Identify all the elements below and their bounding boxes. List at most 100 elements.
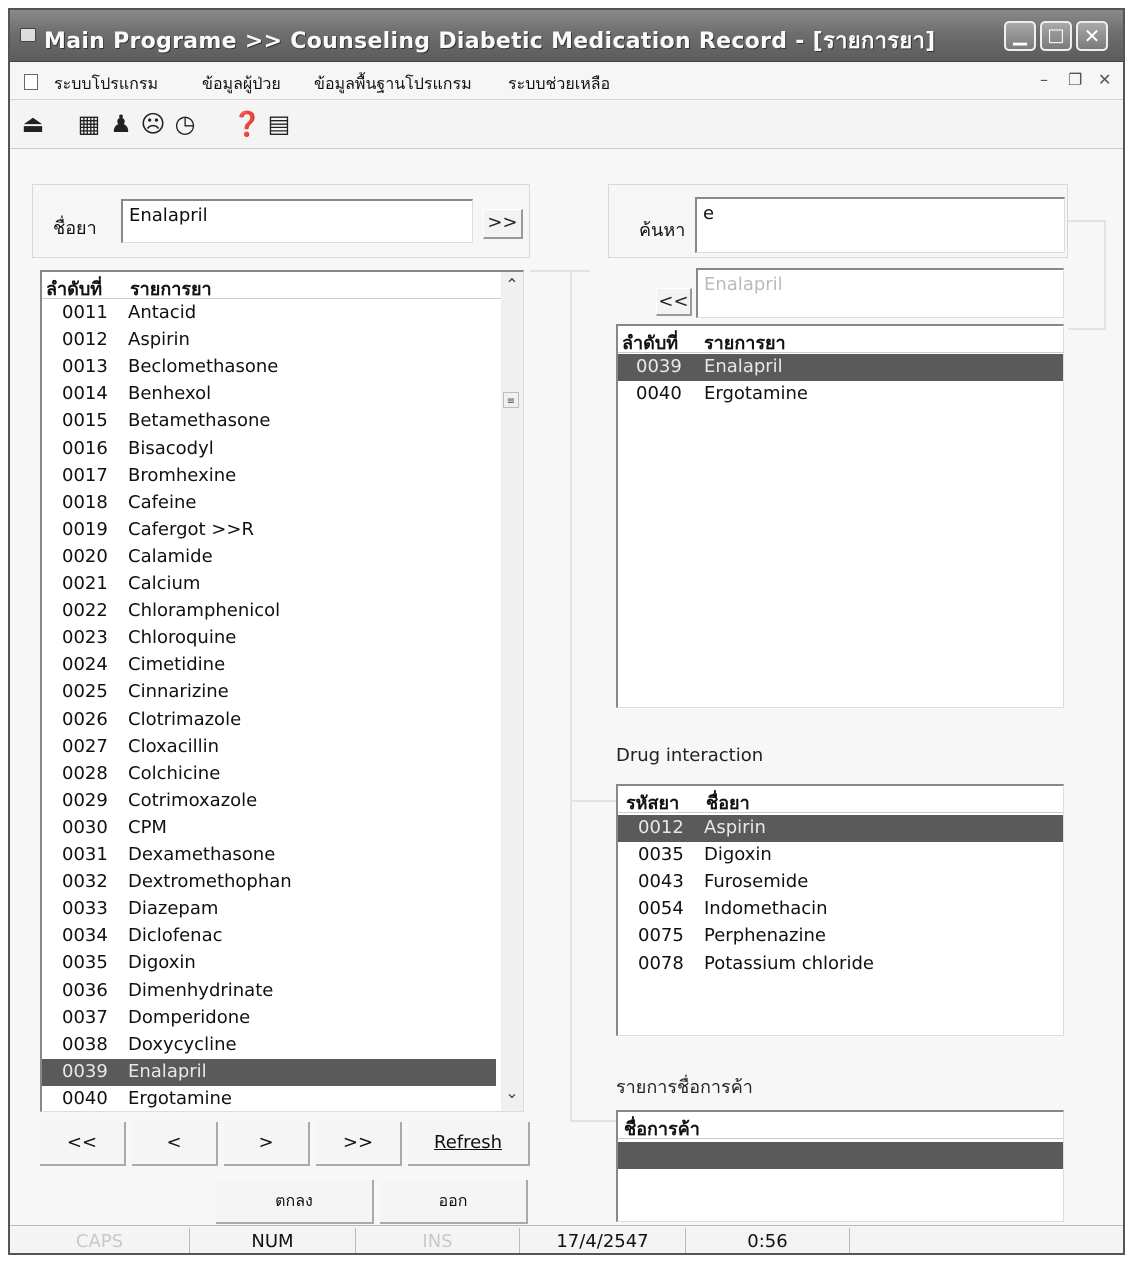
drug-list-row[interactable]: 0017 Bromhexine bbox=[42, 463, 496, 490]
refresh-button[interactable]: Refresh bbox=[408, 1122, 530, 1166]
mdi-restore-button[interactable]: ❐ bbox=[1068, 70, 1082, 89]
cell-code: 0012 bbox=[638, 817, 684, 838]
drug-list-row[interactable]: 0024 Cimetidine bbox=[42, 652, 496, 679]
drug-list-row[interactable]: 0020 Calamide bbox=[42, 544, 496, 571]
connector-line bbox=[570, 800, 620, 802]
drug-interaction-list[interactable]: รหัสยา ชื่อยา 0012 Aspirin 0035 Digoxin 0043… bbox=[616, 784, 1064, 1036]
scroll-down-arrow-icon[interactable]: ⌄ bbox=[503, 1084, 521, 1102]
people-icon[interactable]: ♟ bbox=[106, 109, 136, 139]
drug-list-row[interactable]: 0035 Digoxin bbox=[42, 950, 496, 977]
interaction-row[interactable]: 0054 Indomethacin bbox=[618, 896, 1063, 923]
drug-list-row[interactable]: 0011 Antacid bbox=[42, 300, 496, 327]
mdi-close-button[interactable]: ✕ bbox=[1098, 70, 1111, 89]
drug-list-row[interactable]: 0014 Benhexol bbox=[42, 381, 496, 408]
clock-icon[interactable]: ◷ bbox=[170, 109, 200, 139]
drug-list-row[interactable]: 0021 Calcium bbox=[42, 571, 496, 598]
drug-list-row[interactable]: 0030 CPM bbox=[42, 815, 496, 842]
drug-list-row[interactable]: 0022 Chloramphenicol bbox=[42, 598, 496, 625]
drug-list-row[interactable]: 0033 Diazepam bbox=[42, 896, 496, 923]
drug-list-row[interactable]: 0036 Dimenhydrinate bbox=[42, 978, 496, 1005]
drug-list-row[interactable]: 0015 Betamethasone bbox=[42, 408, 496, 435]
menu-program-system[interactable]: ระบบโปรแกรม bbox=[54, 72, 158, 97]
search-results-list[interactable]: ลำดับที่ รายการยา 0039 Enalapril 0040 Ergot… bbox=[616, 324, 1064, 708]
drug-list-row[interactable]: 0025 Cinnarizine bbox=[42, 679, 496, 706]
trade-name-row[interactable] bbox=[618, 1142, 1063, 1169]
cell-name: Betamethasone bbox=[128, 410, 271, 432]
drug-list-row[interactable]: 0040 Ergotamine bbox=[42, 1086, 496, 1111]
cell-code: 0027 bbox=[62, 735, 108, 757]
trade-names-list[interactable]: ชื่อการค้า bbox=[616, 1110, 1064, 1222]
search-result-row[interactable]: 0039 Enalapril bbox=[618, 354, 1063, 381]
interaction-row[interactable]: 0035 Digoxin bbox=[618, 842, 1063, 869]
menu-patient-data[interactable]: ข้อมูลผู้ป่วย bbox=[202, 72, 281, 97]
column-header-number[interactable]: ลำดับที่ bbox=[46, 274, 102, 303]
column-header-drug[interactable]: รายการยา bbox=[704, 328, 786, 357]
mdi-minimize-button[interactable]: – bbox=[1040, 70, 1048, 89]
scroll-up-arrow-icon[interactable]: ⌃ bbox=[503, 276, 521, 294]
drug-list-row[interactable]: 0019 Cafergot >>R bbox=[42, 517, 496, 544]
minimize-button[interactable]: ▁ bbox=[1004, 21, 1036, 51]
column-header-trade-name[interactable]: ชื่อการค้า bbox=[624, 1114, 700, 1143]
add-drug-button[interactable]: >> bbox=[483, 209, 523, 239]
drug-list-row[interactable]: 0037 Domperidone bbox=[42, 1005, 496, 1032]
column-header-drug[interactable]: รายการยา bbox=[130, 274, 212, 303]
drug-list-row[interactable]: 0032 Dextromethophan bbox=[42, 869, 496, 896]
drug-list-row[interactable]: 0026 Clotrimazole bbox=[42, 707, 496, 734]
drug-list[interactable]: ลำดับที่ รายการยา 0011 Antacid 0012 Aspirin… bbox=[40, 270, 524, 1112]
drug-list-row[interactable]: 0013 Beclomethasone bbox=[42, 354, 496, 381]
column-header-name[interactable]: ชื่อยา bbox=[706, 788, 750, 817]
title-bar[interactable]: Main Programe >> Counseling Diabetic Med… bbox=[10, 10, 1123, 62]
first-record-button[interactable]: << bbox=[40, 1122, 126, 1166]
maximize-button[interactable]: □ bbox=[1040, 21, 1072, 51]
drug-name-field[interactable]: Enalapril bbox=[121, 199, 473, 243]
trade-names-title: รายการชื่อการค้า bbox=[616, 1077, 753, 1098]
exit-icon[interactable]: ⏏ bbox=[18, 109, 48, 139]
last-record-button[interactable]: >> bbox=[316, 1122, 402, 1166]
drug-list-row[interactable]: 0027 Cloxacillin bbox=[42, 734, 496, 761]
cell-code: 0029 bbox=[62, 789, 108, 811]
interaction-row[interactable]: 0012 Aspirin bbox=[618, 815, 1063, 842]
drug-list-row[interactable]: 0034 Diclofenac bbox=[42, 923, 496, 950]
column-header-number[interactable]: ลำดับที่ bbox=[622, 328, 678, 357]
menu-help-system[interactable]: ระบบช่วยเหลือ bbox=[508, 72, 610, 97]
cell-code: 0020 bbox=[62, 545, 108, 567]
back-button[interactable]: << bbox=[656, 288, 692, 316]
ok-button[interactable]: ตกลง bbox=[216, 1180, 374, 1224]
scroll-thumb[interactable]: ≡ bbox=[503, 392, 519, 408]
drug-list-row[interactable]: 0031 Dexamethasone bbox=[42, 842, 496, 869]
cell-code: 0019 bbox=[62, 518, 108, 540]
interaction-row[interactable]: 0043 Furosemide bbox=[618, 869, 1063, 896]
interaction-row[interactable]: 0075 Perphenazine bbox=[618, 923, 1063, 950]
column-header-code[interactable]: รหัสยา bbox=[626, 788, 679, 817]
main-window: Main Programe >> Counseling Diabetic Med… bbox=[8, 8, 1125, 1255]
drug-list-row[interactable]: 0016 Bisacodyl bbox=[42, 436, 496, 463]
drug-list-row[interactable]: 0028 Colchicine bbox=[42, 761, 496, 788]
connector-line bbox=[530, 270, 590, 272]
cell-code: 0039 bbox=[636, 356, 682, 377]
cell-name: Beclomethasone bbox=[128, 356, 279, 378]
drug-list-scrollbar[interactable]: ⌃ ≡ ⌄ bbox=[501, 272, 523, 1111]
drug-list-row[interactable]: 0012 Aspirin bbox=[42, 327, 496, 354]
face-icon[interactable]: ☹ bbox=[138, 109, 168, 139]
search-result-row[interactable]: 0040 Ergotamine bbox=[618, 381, 1063, 408]
menu-base-data[interactable]: ข้อมูลพื้นฐานโปรแกรม bbox=[314, 72, 472, 97]
grid-icon[interactable]: ▦ bbox=[74, 109, 104, 139]
search-result-field[interactable]: Enalapril bbox=[696, 268, 1064, 318]
document-icon[interactable] bbox=[24, 74, 38, 90]
drug-list-row[interactable]: 0039 Enalapril bbox=[42, 1058, 496, 1086]
help-icon[interactable]: ❓ bbox=[232, 109, 262, 139]
menu-bar: ระบบโปรแกรม ข้อมูลผู้ป่วย ข้อมูลพื้นฐานโ… bbox=[10, 62, 1123, 100]
drug-list-row[interactable]: 0038 Doxycycline bbox=[42, 1032, 496, 1059]
interaction-row[interactable]: 0078 Potassium chloride bbox=[618, 951, 1063, 978]
next-record-button[interactable]: > bbox=[224, 1122, 310, 1166]
cell-code: 0014 bbox=[62, 383, 108, 405]
close-button[interactable]: ✕ bbox=[1076, 21, 1108, 51]
drug-list-row[interactable]: 0023 Chloroquine bbox=[42, 625, 496, 652]
drug-list-row[interactable]: 0018 Cafeine bbox=[42, 490, 496, 517]
prev-record-button[interactable]: < bbox=[132, 1122, 218, 1166]
cell-name: Bisacodyl bbox=[128, 437, 214, 459]
exit-form-button[interactable]: ออก bbox=[380, 1180, 528, 1224]
calendar-icon[interactable]: ▤ bbox=[264, 109, 294, 139]
drug-list-row[interactable]: 0029 Cotrimoxazole bbox=[42, 788, 496, 815]
search-input[interactable]: e bbox=[695, 197, 1065, 253]
